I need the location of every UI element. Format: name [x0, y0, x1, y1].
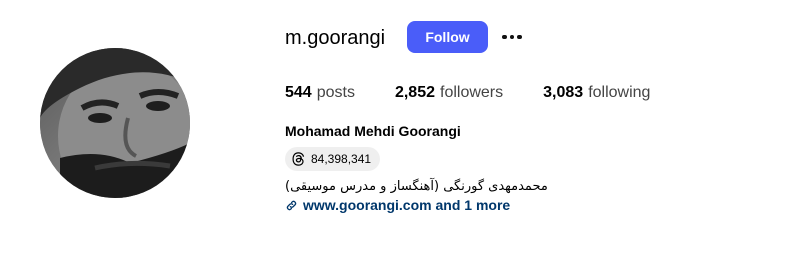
username[interactable]: m.goorangi — [285, 26, 385, 50]
external-link[interactable]: www.goorangi.com and 1 more — [285, 196, 510, 214]
profile-stats: 544 posts 2,852 followers 3,083 followin… — [285, 83, 650, 103]
following-count: 3,083 — [543, 84, 584, 101]
following-label: following — [588, 84, 651, 101]
followers-label: followers — [440, 84, 504, 101]
posts-label: posts — [316, 84, 355, 101]
profile-header: m.goorangi Follow 544 posts 2,852 follow… — [0, 0, 800, 259]
avatar-photo — [40, 48, 190, 198]
more-options-button[interactable] — [498, 26, 526, 48]
link-icon — [286, 200, 297, 210]
posts-count: 544 — [285, 84, 312, 101]
full-name: Mohamad Mehdi Goorangi — [285, 123, 461, 139]
posts-stat: 544 posts — [285, 83, 355, 103]
followers-stat[interactable]: 2,852 followers — [395, 83, 503, 103]
more-horizontal-icon — [502, 34, 522, 40]
following-stat[interactable]: 3,083 following — [543, 83, 650, 103]
avatar[interactable] — [40, 48, 190, 198]
follow-button[interactable]: Follow — [407, 21, 488, 53]
threads-count: 84,398,341 — [311, 152, 372, 166]
link-text: www.goorangi.com and 1 more — [303, 197, 511, 213]
threads-badge[interactable]: 84,398,341 — [285, 147, 381, 171]
threads-icon — [292, 152, 305, 166]
followers-count: 2,852 — [394, 84, 435, 101]
bio-text: محمدمهدی گورنگی (آهنگساز و مدرس موسیقی) — [285, 179, 548, 194]
